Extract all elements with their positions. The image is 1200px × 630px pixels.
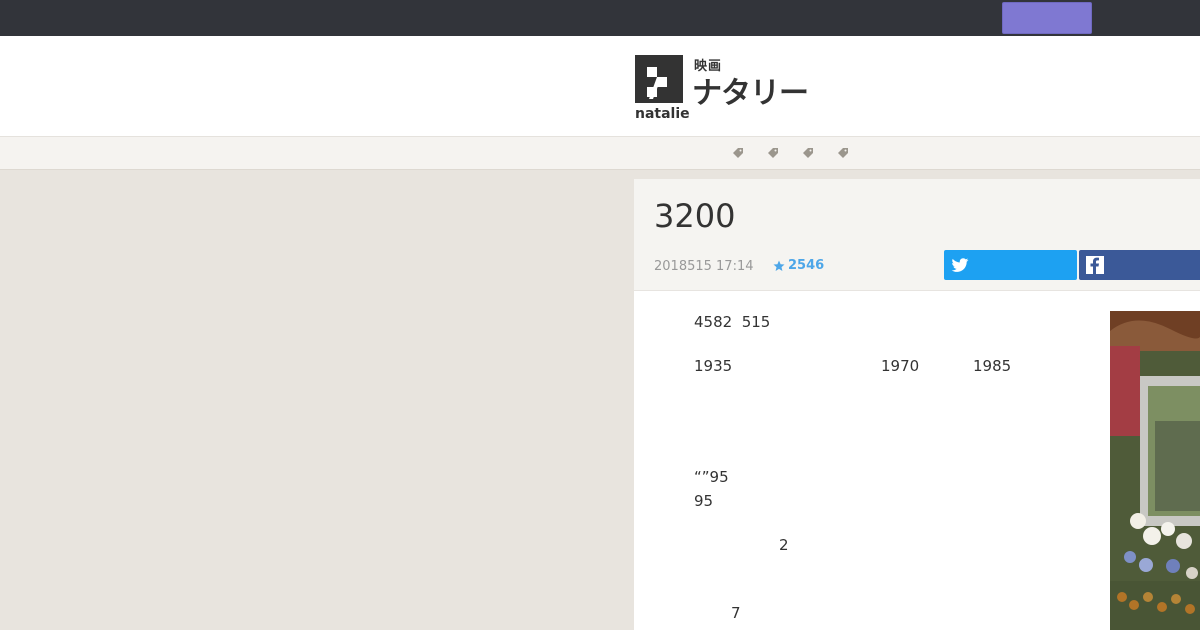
article-photo-image — [1110, 311, 1200, 630]
paragraph-line: 7 — [731, 604, 741, 622]
paragraph-line: 4582 515 — [694, 313, 771, 331]
article: 3200 2018515 17:14 2546 4582 515 1935 19… — [634, 179, 1200, 630]
tag-icon[interactable] — [801, 146, 815, 160]
twitter-share-button[interactable] — [944, 250, 1077, 280]
star-count: 2546 — [773, 258, 824, 273]
paragraph-line: 95 — [694, 492, 714, 510]
article-date: 2018515 17:14 — [654, 259, 754, 274]
article-photo[interactable] — [1110, 311, 1200, 630]
site-logo[interactable]: 映画 ナタリー natalie — [635, 55, 809, 125]
paragraph-line: 1985 — [973, 357, 1012, 375]
tag-icon[interactable] — [766, 146, 780, 160]
facebook-icon — [1086, 256, 1104, 274]
article-body: 4582 515 1935 1970 1985 “”95 95 2 7 — [634, 291, 1200, 630]
logo-wordmark: natalie — [635, 106, 690, 122]
article-title: 3200 — [654, 197, 736, 235]
tag-icon[interactable] — [836, 146, 850, 160]
paragraph-line: 2 — [779, 536, 789, 554]
site-header: 映画 ナタリー natalie — [0, 36, 1200, 136]
paragraph-line: 1970 — [881, 357, 920, 375]
tag-icon[interactable] — [731, 146, 745, 160]
natalie-logo-icon — [635, 55, 683, 103]
logo-title: ナタリー — [692, 76, 809, 111]
twitter-icon — [951, 258, 969, 272]
top-bar — [0, 0, 1200, 36]
facebook-share-button[interactable] — [1079, 250, 1200, 280]
star-icon — [773, 260, 785, 271]
topbar-button[interactable] — [1002, 2, 1092, 34]
paragraph-line: “”95 — [694, 468, 729, 486]
tag-navigation — [0, 136, 1200, 170]
article-header: 3200 2018515 17:14 2546 — [634, 179, 1200, 291]
star-count-value: 2546 — [788, 258, 825, 273]
paragraph-line: 1935 — [694, 357, 733, 375]
